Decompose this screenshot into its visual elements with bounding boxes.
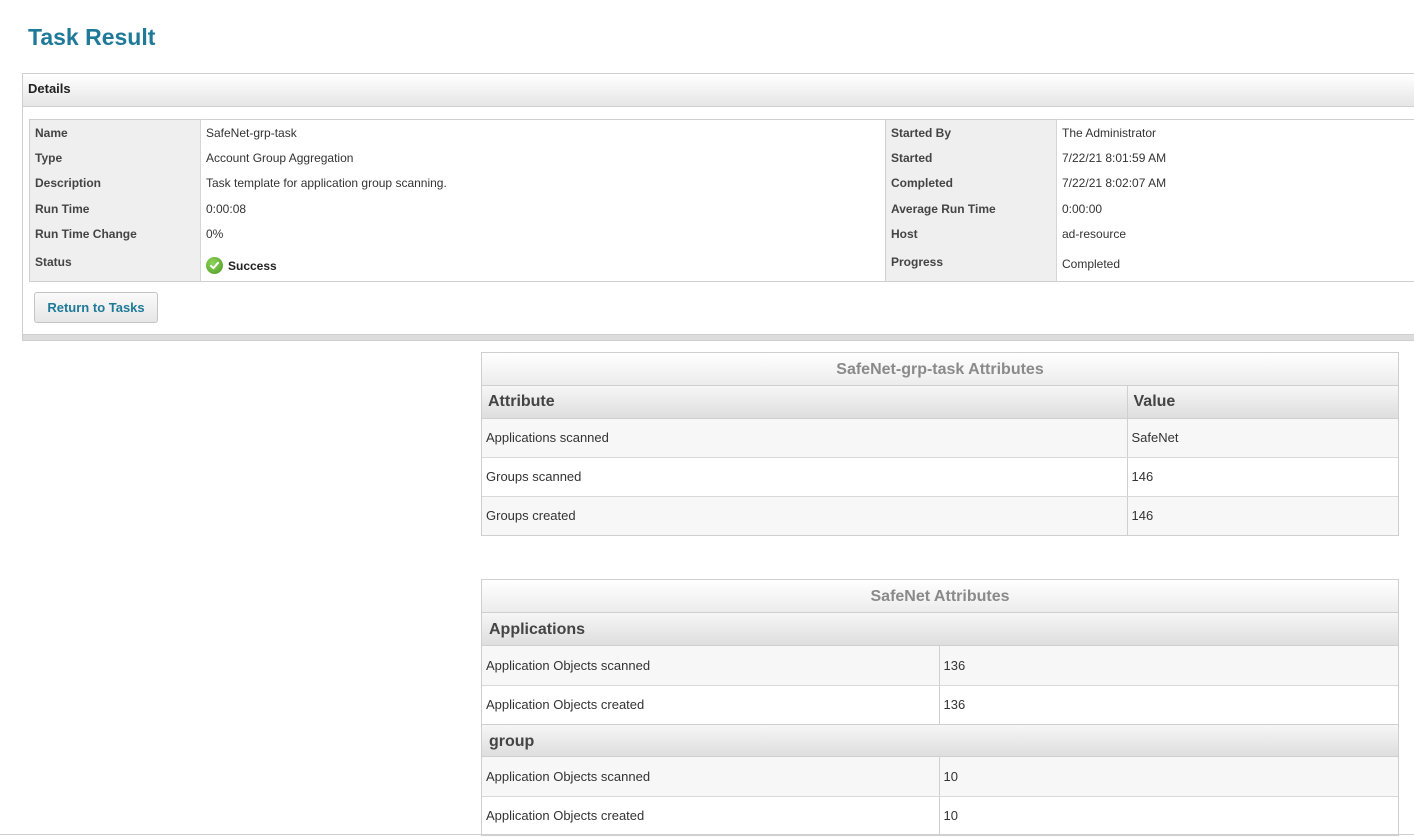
value-cell: 136 — [938, 685, 1398, 724]
detail-value-status: Success — [200, 247, 886, 281]
group-header-applications: Applications — [482, 613, 1398, 646]
detail-label-progress: Progress — [885, 247, 1057, 281]
detail-label-type: Type — [29, 145, 201, 171]
detail-label-average-run-time: Average Run Time — [885, 196, 1057, 222]
detail-value-run-time: 0:00:08 — [200, 196, 886, 222]
detail-label-started: Started — [885, 145, 1057, 171]
status-indicator: Success — [206, 257, 277, 274]
attribute-cell: Application Objects scanned — [482, 757, 939, 797]
detail-value-type: Account Group Aggregation — [200, 145, 886, 171]
detail-value-description: Task template for application group scan… — [200, 170, 886, 196]
value-cell: 146 — [1126, 496, 1398, 535]
task-attributes-title: SafeNet-grp-task Attributes — [482, 353, 1398, 386]
value-cell: 10 — [938, 757, 1398, 797]
page-bottom-divider — [0, 834, 1414, 835]
safenet-attributes-title: SafeNet Attributes — [482, 580, 1398, 613]
detail-value-host: ad-resource — [1056, 221, 1414, 247]
applications-table: Application Objects scanned 136 Applicat… — [482, 646, 1398, 724]
column-header-value: Value — [1126, 386, 1398, 419]
details-row: Status Success Progress Completed — [29, 247, 1414, 281]
table-row: Application Objects scanned 10 — [482, 757, 1398, 797]
detail-label-status: Status — [29, 247, 201, 281]
return-to-tasks-button[interactable]: Return to Tasks — [34, 292, 158, 323]
group-table: Application Objects scanned 10 Applicati… — [482, 757, 1398, 835]
attribute-cell: Groups scanned — [482, 457, 1127, 497]
table-row: Applications scanned SafeNet — [482, 418, 1398, 458]
details-row: Description Task template for applicatio… — [29, 170, 1414, 196]
status-text: Success — [228, 258, 277, 273]
task-attributes-table: Attribute Value Applications scanned Saf… — [482, 386, 1398, 535]
detail-label-run-time-change: Run Time Change — [29, 221, 201, 247]
table-row: Groups scanned 146 — [482, 457, 1398, 497]
detail-value-completed: 7/22/21 8:02:07 AM — [1056, 170, 1414, 196]
detail-label-description: Description — [29, 170, 201, 196]
details-row: Type Account Group Aggregation Started 7… — [29, 145, 1414, 171]
table-header-row: Attribute Value — [482, 386, 1398, 419]
details-row: Run Time Change 0% Host ad-resource — [29, 221, 1414, 247]
safenet-attributes-box: SafeNet Attributes Applications Applicat… — [481, 579, 1399, 836]
attribute-cell: Application Objects created — [482, 685, 939, 724]
panel-bottom-bar — [23, 334, 1414, 340]
detail-value-progress: Completed — [1056, 247, 1414, 281]
detail-label-started-by: Started By — [885, 119, 1057, 145]
column-header-attribute: Attribute — [482, 386, 1127, 419]
details-panel: Details Name SafeNet-grp-task Started By… — [22, 73, 1414, 341]
details-table: Name SafeNet-grp-task Started By The Adm… — [29, 119, 1414, 282]
details-header: Details — [23, 74, 1414, 107]
group-header-group: group — [482, 724, 1398, 757]
attribute-cell: Application Objects created — [482, 796, 939, 835]
attribute-cell: Groups created — [482, 496, 1127, 535]
detail-value-started-by: The Administrator — [1056, 119, 1414, 145]
detail-value-started: 7/22/21 8:01:59 AM — [1056, 145, 1414, 171]
detail-value-run-time-change: 0% — [200, 221, 886, 247]
detail-value-average-run-time: 0:00:00 — [1056, 196, 1414, 222]
detail-label-name: Name — [29, 119, 201, 145]
detail-label-host: Host — [885, 221, 1057, 247]
success-check-icon — [206, 257, 223, 274]
value-cell: 10 — [938, 796, 1398, 835]
table-row: Application Objects scanned 136 — [482, 646, 1398, 686]
attribute-cell: Applications scanned — [482, 418, 1127, 458]
value-cell: 136 — [938, 646, 1398, 686]
task-attributes-box: SafeNet-grp-task Attributes Attribute Va… — [481, 352, 1399, 536]
attribute-cell: Application Objects scanned — [482, 646, 939, 686]
details-row: Run Time 0:00:08 Average Run Time 0:00:0… — [29, 196, 1414, 222]
value-cell: SafeNet — [1126, 418, 1398, 458]
detail-label-completed: Completed — [885, 170, 1057, 196]
table-row: Groups created 146 — [482, 496, 1398, 535]
detail-label-run-time: Run Time — [29, 196, 201, 222]
details-row: Name SafeNet-grp-task Started By The Adm… — [29, 119, 1414, 145]
detail-value-name: SafeNet-grp-task — [200, 119, 886, 145]
page-title: Task Result — [28, 24, 156, 50]
table-row: Application Objects created 10 — [482, 796, 1398, 835]
table-row: Application Objects created 136 — [482, 685, 1398, 724]
value-cell: 146 — [1126, 457, 1398, 497]
